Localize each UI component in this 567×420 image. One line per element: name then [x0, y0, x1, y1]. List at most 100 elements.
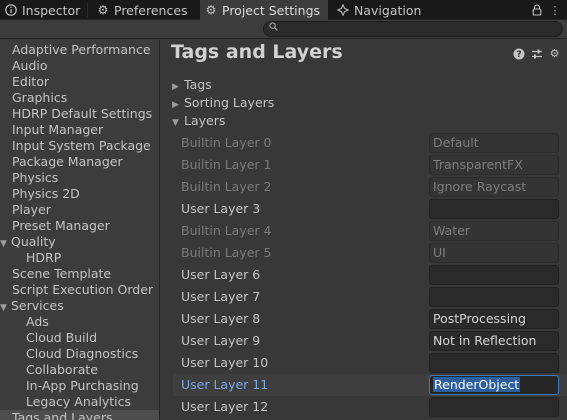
sidebar-item-audio[interactable]: Audio	[0, 58, 159, 74]
layer-row: Builtin Layer 2 Ignore Raycast	[173, 176, 567, 198]
sidebar-item-label: Cloud Build	[26, 330, 98, 345]
layer-label: User Layer 7	[181, 289, 261, 304]
foldout-tags[interactable]: ▶ Tags	[172, 77, 212, 93]
layer-name-value: Default	[433, 135, 479, 150]
sidebar-item-editor[interactable]: Editor	[0, 74, 159, 90]
sidebar-item-label: Scene Template	[12, 266, 112, 281]
foldout-sorting-layers[interactable]: ▶ Sorting Layers	[172, 95, 274, 111]
foldout-label: Layers	[184, 113, 226, 128]
layer-name-field[interactable]	[429, 199, 559, 219]
sidebar-item-collaborate[interactable]: Collaborate	[0, 362, 159, 378]
layer-name-field: Default	[429, 133, 559, 153]
sidebar-item-label: Graphics	[12, 90, 68, 105]
layer-name-field[interactable]	[429, 265, 559, 285]
gear-icon: ⚙	[97, 3, 109, 17]
layer-row: User Layer 7	[173, 286, 567, 308]
layer-row: Builtin Layer 1 TransparentFX	[173, 154, 567, 176]
caret-right-icon: ▶	[172, 82, 179, 92]
layer-label: Builtin Layer 5	[181, 245, 272, 260]
sidebar-item-label: Collaborate	[26, 362, 98, 377]
sidebar-item-physics[interactable]: Physics	[0, 170, 159, 186]
sidebar-item-label: Package Manager	[12, 154, 123, 169]
sidebar-item-quality[interactable]: ▼ Quality	[0, 234, 159, 250]
lock-icon[interactable]	[530, 2, 544, 18]
layer-name-value: PostProcessing	[433, 311, 526, 326]
layer-row: User Layer 6	[173, 264, 567, 286]
tab-preferences-label: Preferences	[114, 2, 188, 18]
layer-label: Builtin Layer 2	[181, 179, 272, 194]
sidebar-item-adaptive-performance[interactable]: Adaptive Performance	[0, 42, 159, 58]
presets-icon[interactable]	[530, 47, 543, 60]
sidebar-item-script-execution-order[interactable]: Script Execution Order	[0, 282, 159, 298]
sidebar-item-graphics[interactable]: Graphics	[0, 90, 159, 106]
sidebar-item-ads[interactable]: Ads	[0, 314, 159, 330]
sidebar-item-hdrp-default-settings[interactable]: HDRP Default Settings	[0, 106, 159, 122]
sidebar-item-package-manager[interactable]: Package Manager	[0, 154, 159, 170]
sidebar-item-hdrp[interactable]: HDRP	[0, 250, 159, 266]
sidebar-item-input-manager[interactable]: Input Manager	[0, 122, 159, 138]
layer-name-field: TransparentFX	[429, 155, 559, 175]
layer-label: User Layer 8	[181, 311, 261, 326]
settings-icon[interactable]: ⚙	[548, 47, 561, 60]
sidebar-item-label: Physics 2D	[12, 186, 80, 201]
sidebar-item-label: Ads	[26, 314, 49, 329]
tab-inspector-label: Inspector	[22, 2, 81, 18]
tab-navigation[interactable]: Navigation	[332, 0, 432, 20]
gear-icon: ⚙	[205, 3, 217, 17]
sidebar-item-services[interactable]: ▼ Services	[0, 298, 159, 314]
layer-name-field[interactable]: RenderObject	[429, 375, 559, 395]
tab-preferences[interactable]: ⚙ Preferences	[92, 0, 196, 20]
layer-name-field[interactable]	[429, 353, 559, 373]
layer-name-field[interactable]	[429, 287, 559, 307]
tab-inspector[interactable]: Inspector	[0, 0, 86, 20]
layer-name-field: Water	[429, 221, 559, 241]
sidebar-item-label: Cloud Diagnostics	[26, 346, 139, 361]
layer-name-field[interactable]	[429, 397, 559, 417]
layer-row: User Layer 11 RenderObject	[173, 374, 567, 396]
search-bar	[0, 20, 567, 39]
sidebar-item-label: Input Manager	[12, 122, 104, 137]
sidebar-item-tags-and-layers[interactable]: Tags and Layers	[0, 410, 159, 420]
foldout-label: Tags	[184, 77, 212, 92]
help-icon[interactable]: ?	[512, 47, 525, 60]
layer-name-field: UI	[429, 243, 559, 263]
layer-name-value: TransparentFX	[433, 157, 523, 172]
foldout-label: Sorting Layers	[184, 95, 275, 110]
tab-project-settings[interactable]: ⚙ Project Settings	[200, 0, 328, 20]
sidebar-item-label: Quality	[11, 234, 56, 249]
sidebar-item-label: Services	[11, 298, 64, 313]
settings-content: Tags and Layers ? ⚙ ▶ Tags ▶ Sorting Layer…	[160, 40, 567, 420]
layer-label: Builtin Layer 1	[181, 157, 272, 172]
layer-row: User Layer 3	[173, 198, 567, 220]
sidebar-item-cloud-build[interactable]: Cloud Build	[0, 330, 159, 346]
sidebar-item-label: Editor	[12, 74, 49, 89]
sidebar-item-in-app-purchasing[interactable]: In-App Purchasing	[0, 378, 159, 394]
tab-navigation-label: Navigation	[354, 2, 422, 18]
layer-row: Builtin Layer 0 Default	[173, 132, 567, 154]
layer-label: User Layer 6	[181, 267, 261, 282]
sidebar-item-player[interactable]: Player	[0, 202, 159, 218]
layer-label: Builtin Layer 4	[181, 223, 272, 238]
layer-label: User Layer 11	[181, 377, 269, 392]
sidebar-item-preset-manager[interactable]: Preset Manager	[0, 218, 159, 234]
sidebar-item-input-system-package[interactable]: Input System Package	[0, 138, 159, 154]
sidebar-item-scene-template[interactable]: Scene Template	[0, 266, 159, 282]
sidebar-item-physics-2d[interactable]: Physics 2D	[0, 186, 159, 202]
sidebar-item-label: Tags and Layers	[12, 410, 113, 420]
layer-name-field[interactable]: PostProcessing	[429, 309, 559, 329]
layer-name-value: Water	[433, 223, 470, 238]
sidebar-item-cloud-diagnostics[interactable]: Cloud Diagnostics	[0, 346, 159, 362]
layer-name-value: Ignore Raycast	[433, 179, 527, 194]
sidebar-item-label: Audio	[12, 58, 48, 73]
foldout-layers[interactable]: ▼ Layers	[172, 113, 225, 129]
sidebar-item-label: In-App Purchasing	[26, 378, 139, 393]
search-input[interactable]	[263, 21, 563, 37]
caret-down-icon: ▼	[172, 118, 179, 128]
layer-label: User Layer 9	[181, 333, 261, 348]
kebab-menu-icon[interactable]: ⋮	[548, 2, 562, 18]
sidebar-item-label: Preset Manager	[12, 218, 110, 233]
sidebar-item-legacy-analytics[interactable]: Legacy Analytics	[0, 394, 159, 410]
search-icon	[269, 22, 278, 34]
layer-name-field[interactable]: Not in Reflection	[429, 331, 559, 351]
layer-name-value: RenderObject	[433, 377, 521, 392]
